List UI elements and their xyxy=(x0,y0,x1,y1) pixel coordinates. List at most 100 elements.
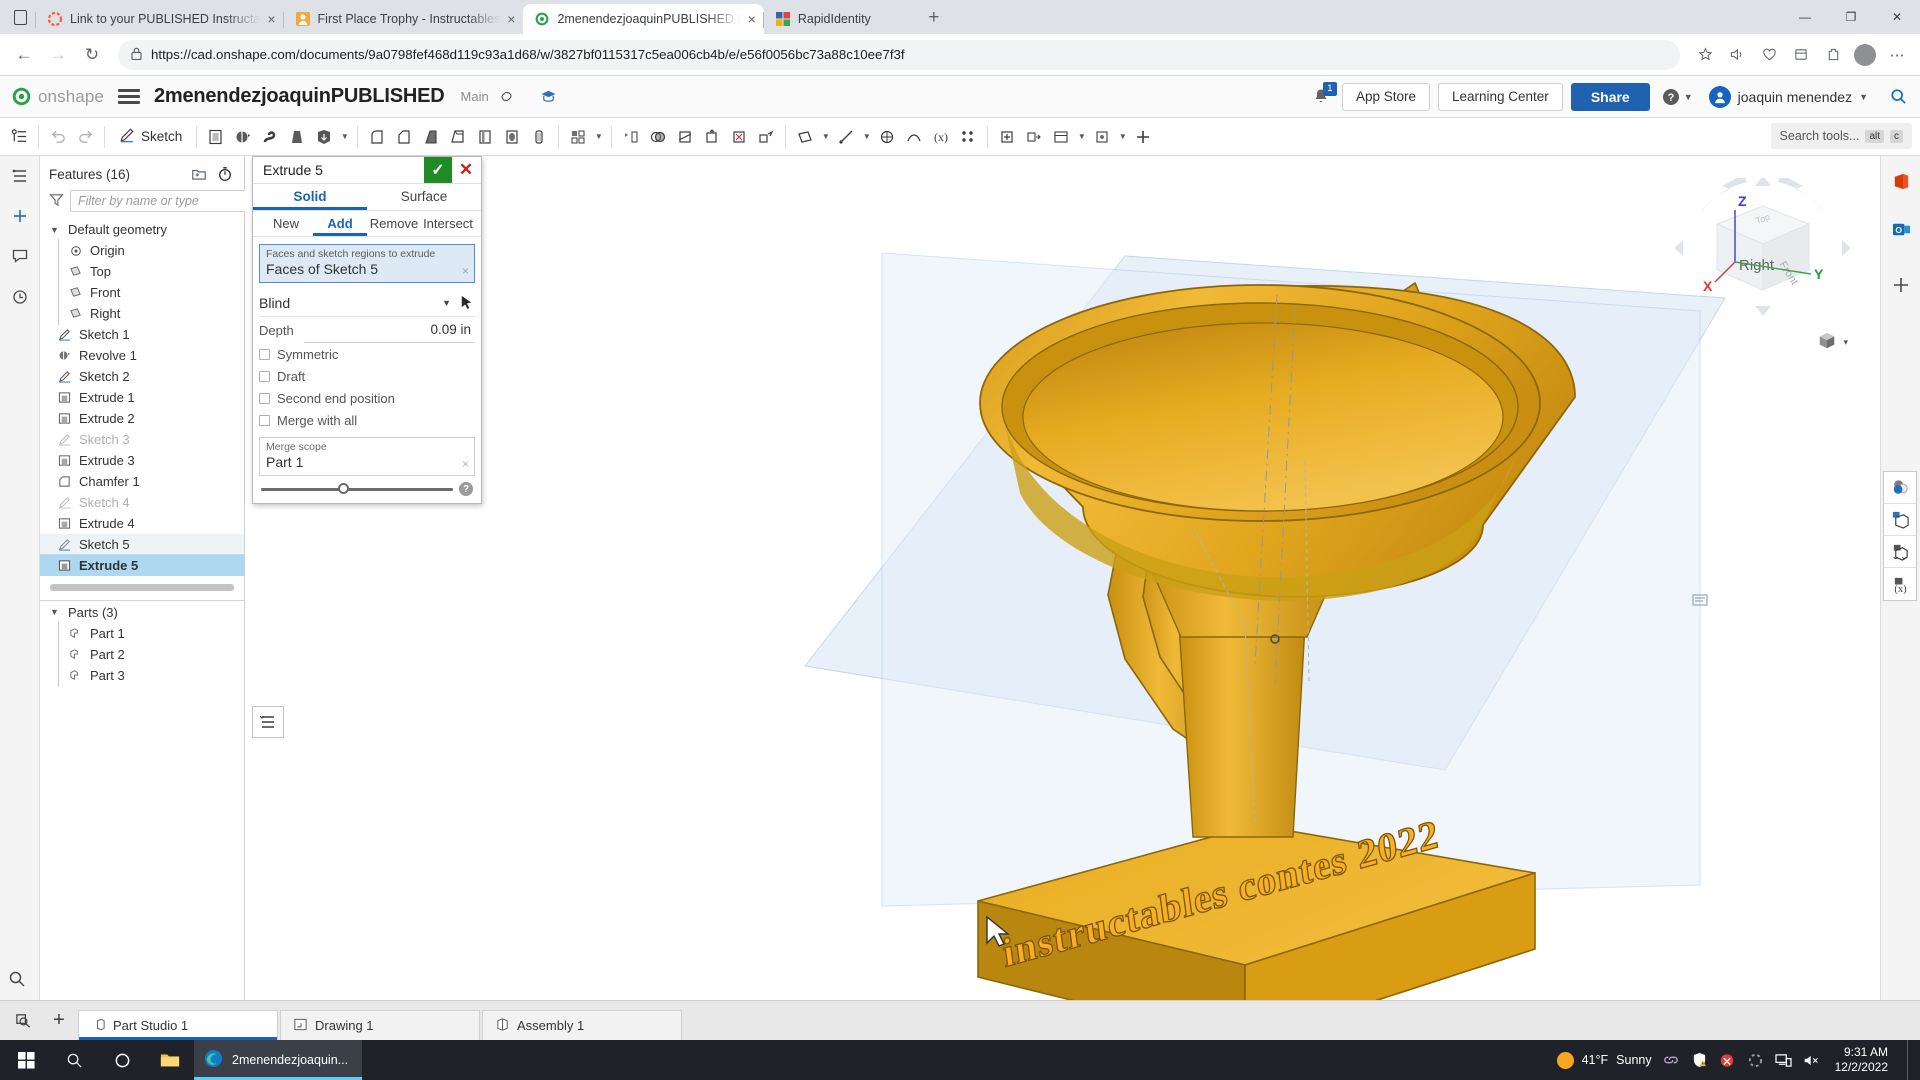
shell-tool-icon[interactable] xyxy=(445,123,471,151)
parts-section-header[interactable]: ▼ Parts (3) xyxy=(40,601,244,623)
tab-surface[interactable]: Surface xyxy=(367,184,481,210)
delete-face-icon[interactable] xyxy=(726,123,752,151)
link-icon[interactable] xyxy=(497,87,517,107)
clear-merge-scope-icon[interactable]: × xyxy=(462,457,469,471)
tree-item-front[interactable]: Front xyxy=(40,281,244,304)
merge-scope-box[interactable]: Merge scope Part 1 × xyxy=(259,437,475,476)
tree-item-right[interactable]: Right xyxy=(40,302,244,325)
depth-input[interactable]: 0.09 in xyxy=(304,317,475,343)
revolve-tool-icon[interactable] xyxy=(230,123,256,151)
chamfer-tool-icon[interactable] xyxy=(391,123,417,151)
tree-group-default-geometry[interactable]: ▼ Default geometry xyxy=(40,219,244,240)
display-style-control[interactable]: ▾ xyxy=(1816,331,1848,354)
new-tab-button[interactable]: + xyxy=(920,4,948,32)
chevron-down-icon[interactable]: ▼ xyxy=(1075,123,1088,151)
help-menu[interactable]: ? ▼ xyxy=(1662,88,1693,106)
tree-item-sketch-2[interactable]: Sketch 2 xyxy=(40,366,244,387)
chevron-down-icon[interactable]: ▼ xyxy=(860,123,873,151)
tree-item-extrude-1[interactable]: Extrude 1 xyxy=(40,387,244,408)
mirror-tool-icon[interactable] xyxy=(618,123,644,151)
merge-with-all-checkbox[interactable] xyxy=(259,414,270,426)
parts-item-part-3[interactable]: Part 3 xyxy=(40,664,244,687)
draft-tool-icon[interactable] xyxy=(418,123,444,151)
variable-tool-icon[interactable]: (x) xyxy=(928,123,954,151)
security-warning-icon[interactable] xyxy=(1691,1052,1708,1069)
loft-tool-icon[interactable] xyxy=(284,123,310,151)
minimize-button[interactable]: — xyxy=(1782,0,1828,34)
tab-remove[interactable]: Remove xyxy=(367,211,421,236)
new-folder-icon[interactable] xyxy=(189,164,209,184)
office-icon[interactable] xyxy=(1881,164,1920,198)
chevron-down-icon[interactable]: ▼ xyxy=(50,225,61,235)
merge-with-all-checkbox-row[interactable]: Merge with all xyxy=(259,409,475,431)
variable-table-icon[interactable]: (x) xyxy=(1884,568,1916,600)
comments-rail-icon[interactable] xyxy=(7,243,33,269)
graduation-cap-icon[interactable] xyxy=(539,87,559,107)
curve-tool-icon[interactable] xyxy=(901,123,927,151)
document-title[interactable]: 2menendezjoaquinPUBLISHED xyxy=(154,85,445,108)
feature-list-rail-icon[interactable] xyxy=(7,163,33,189)
appearance-icon[interactable] xyxy=(1884,472,1916,504)
chevron-down-icon[interactable]: ▼ xyxy=(442,298,451,308)
draft-checkbox[interactable] xyxy=(259,370,270,382)
tree-item-revolve-1[interactable]: Revolve 1 xyxy=(40,345,244,366)
show-desktop-button[interactable] xyxy=(1907,1040,1914,1080)
browser-tab-2[interactable]: 2menendezjoaquinPUBLISHED | × xyxy=(523,4,764,34)
outlook-icon[interactable]: O xyxy=(1881,212,1920,246)
chevron-down-icon[interactable]: ▼ xyxy=(592,123,605,151)
parts-item-part-2[interactable]: Part 2 xyxy=(40,643,244,666)
forward-button[interactable]: → xyxy=(42,39,74,71)
taskbar-search-icon[interactable] xyxy=(50,1040,98,1080)
feature-list-icon[interactable] xyxy=(6,123,32,151)
chevron-down-icon[interactable]: ▼ xyxy=(338,123,351,151)
hole-tool-icon[interactable] xyxy=(499,123,525,151)
browser-tab-0[interactable]: Link to your PUBLISHED Instructa × xyxy=(35,4,284,34)
pick-arrow-icon[interactable] xyxy=(458,293,475,313)
file-explorer-icon[interactable] xyxy=(146,1040,194,1080)
tab-list-button[interactable] xyxy=(4,0,36,34)
tab-close-icon[interactable]: × xyxy=(748,12,756,26)
tab-new[interactable]: New xyxy=(259,211,313,236)
tree-item-extrude-2[interactable]: Extrude 2 xyxy=(40,408,244,429)
browser-tab-3[interactable]: RapidIdentity xyxy=(762,4,914,34)
thread-tool-icon[interactable] xyxy=(526,123,552,151)
close-window-button[interactable]: ✕ xyxy=(1874,0,1920,34)
tree-item-sketch-5[interactable]: Sketch 5 xyxy=(40,534,244,555)
clear-query-icon[interactable]: × xyxy=(462,264,469,278)
tab-intersect[interactable]: Intersect xyxy=(421,211,475,236)
tree-item-chamfer-1[interactable]: Chamfer 1 xyxy=(40,471,244,492)
browser-extensions-icon[interactable] xyxy=(1818,40,1848,70)
assembly-feature-icon[interactable] xyxy=(1089,123,1115,151)
sketch-point-icon[interactable] xyxy=(874,123,900,151)
measure-cube-icon[interactable] xyxy=(1884,504,1916,536)
chevron-down-icon[interactable]: ▼ xyxy=(50,607,61,617)
onshape-logo[interactable]: onshape xyxy=(8,87,104,107)
browser-tab-1[interactable]: First Place Trophy - Instructables × xyxy=(282,4,524,34)
share-button[interactable]: Share xyxy=(1570,82,1650,111)
redo-button[interactable] xyxy=(72,123,98,151)
tab-close-icon[interactable]: × xyxy=(507,12,515,26)
add-custom-feature-icon[interactable] xyxy=(1130,123,1156,151)
view-cube[interactable]: Right Front Top Z Y X xyxy=(1674,174,1851,318)
dialog-cancel-button[interactable]: ✕ xyxy=(453,157,479,183)
feature-list-toggle-button[interactable] xyxy=(252,706,284,738)
move-face-icon[interactable] xyxy=(699,123,725,151)
chevron-down-icon[interactable]: ▼ xyxy=(1116,123,1129,151)
tab-add[interactable]: Add xyxy=(313,211,367,236)
tree-item-extrude-4[interactable]: Extrude 4 xyxy=(40,513,244,534)
second-end-position-checkbox[interactable] xyxy=(259,392,270,404)
learning-center-button[interactable]: Learning Center xyxy=(1437,82,1563,111)
branch-name[interactable]: Main xyxy=(461,89,489,104)
thicken-tool-icon[interactable] xyxy=(311,123,337,151)
3d-viewport[interactable]: instructables contes 2022 Front Top Z Y … xyxy=(245,156,1920,1000)
add-tab-button[interactable]: + xyxy=(42,1000,76,1040)
antivirus-alert-icon[interactable] xyxy=(1719,1052,1736,1069)
depth-field-row[interactable]: Depth 0.09 in xyxy=(259,317,475,343)
reload-button[interactable]: ↻ xyxy=(76,39,108,71)
split-tool-icon[interactable] xyxy=(672,123,698,151)
tree-item-sketch-1[interactable]: Sketch 1 xyxy=(40,324,244,345)
dialog-accept-button[interactable]: ✓ xyxy=(424,157,452,183)
axis-construct-icon[interactable] xyxy=(833,123,859,151)
faces-query-box[interactable]: Faces and sketch regions to extrude Face… xyxy=(259,244,475,283)
boolean-tool-icon[interactable] xyxy=(645,123,671,151)
